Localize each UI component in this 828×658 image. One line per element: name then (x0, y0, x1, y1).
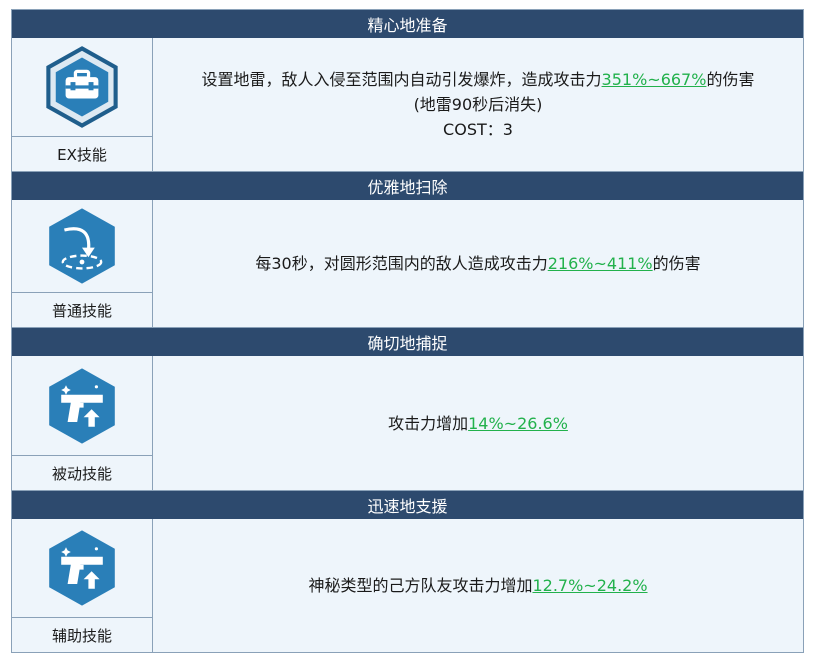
skill-section-passive: 确切地捕捉 被动技能 攻击力增加14%~26.6% (11, 328, 804, 491)
skill-title: 确切地捕捉 (12, 328, 803, 356)
skill-note: (地雷90秒后消失) (413, 95, 543, 114)
skill-description: 神秘类型的己方队友攻击力增加12.7%~24.2% (308, 576, 648, 595)
skill-cost: COST：3 (443, 120, 513, 139)
skill-type-label: EX技能 (57, 145, 107, 164)
skill-description: 设置地雷，敌人入侵至范围内自动引发爆炸，造成攻击力351%~667%的伤害 (地… (153, 38, 803, 171)
skill-type-label: 普通技能 (51, 301, 112, 320)
skill-section-normal: 优雅地扫除 普通技能 每30秒，对圆形范围内的敌人造成攻击力216%~411%的… (11, 172, 804, 328)
skill-title: 迅速地支援 (12, 491, 803, 519)
skill-table: 精心地准备 EX技能 设置地雷，敌人入侵至范围内自动引发爆炸，造成攻击力351%… (11, 9, 804, 653)
skill-value-range[interactable]: 14%~26.6% (468, 414, 568, 433)
skill-description: 每30秒，对圆形范围内的敌人造成攻击力216%~411%的伤害 (255, 254, 701, 273)
skill-title: 精心地准备 (12, 10, 803, 38)
skill-type-label: 辅助技能 (51, 626, 112, 645)
pistol-up-icon (42, 366, 122, 446)
skill-title: 优雅地扫除 (12, 172, 803, 200)
skill-value-range[interactable]: 12.7%~24.2% (532, 576, 647, 595)
skill-description: 攻击力增加14%~26.6% (388, 413, 568, 433)
skill-type-label: 被动技能 (51, 464, 112, 483)
skill-value-range[interactable]: 216%~411% (548, 254, 653, 273)
briefcase-icon (41, 46, 123, 128)
skill-section-support: 迅速地支援 辅助技能 神秘类型的己方队友攻击力增加12.7%~24.2% (11, 491, 804, 653)
pistol-up-icon (42, 528, 122, 608)
target-arrow-icon (42, 206, 122, 286)
skill-value-range[interactable]: 351%~667% (602, 70, 707, 89)
skill-section-ex: 精心地准备 EX技能 设置地雷，敌人入侵至范围内自动引发爆炸，造成攻击力351%… (11, 9, 804, 172)
